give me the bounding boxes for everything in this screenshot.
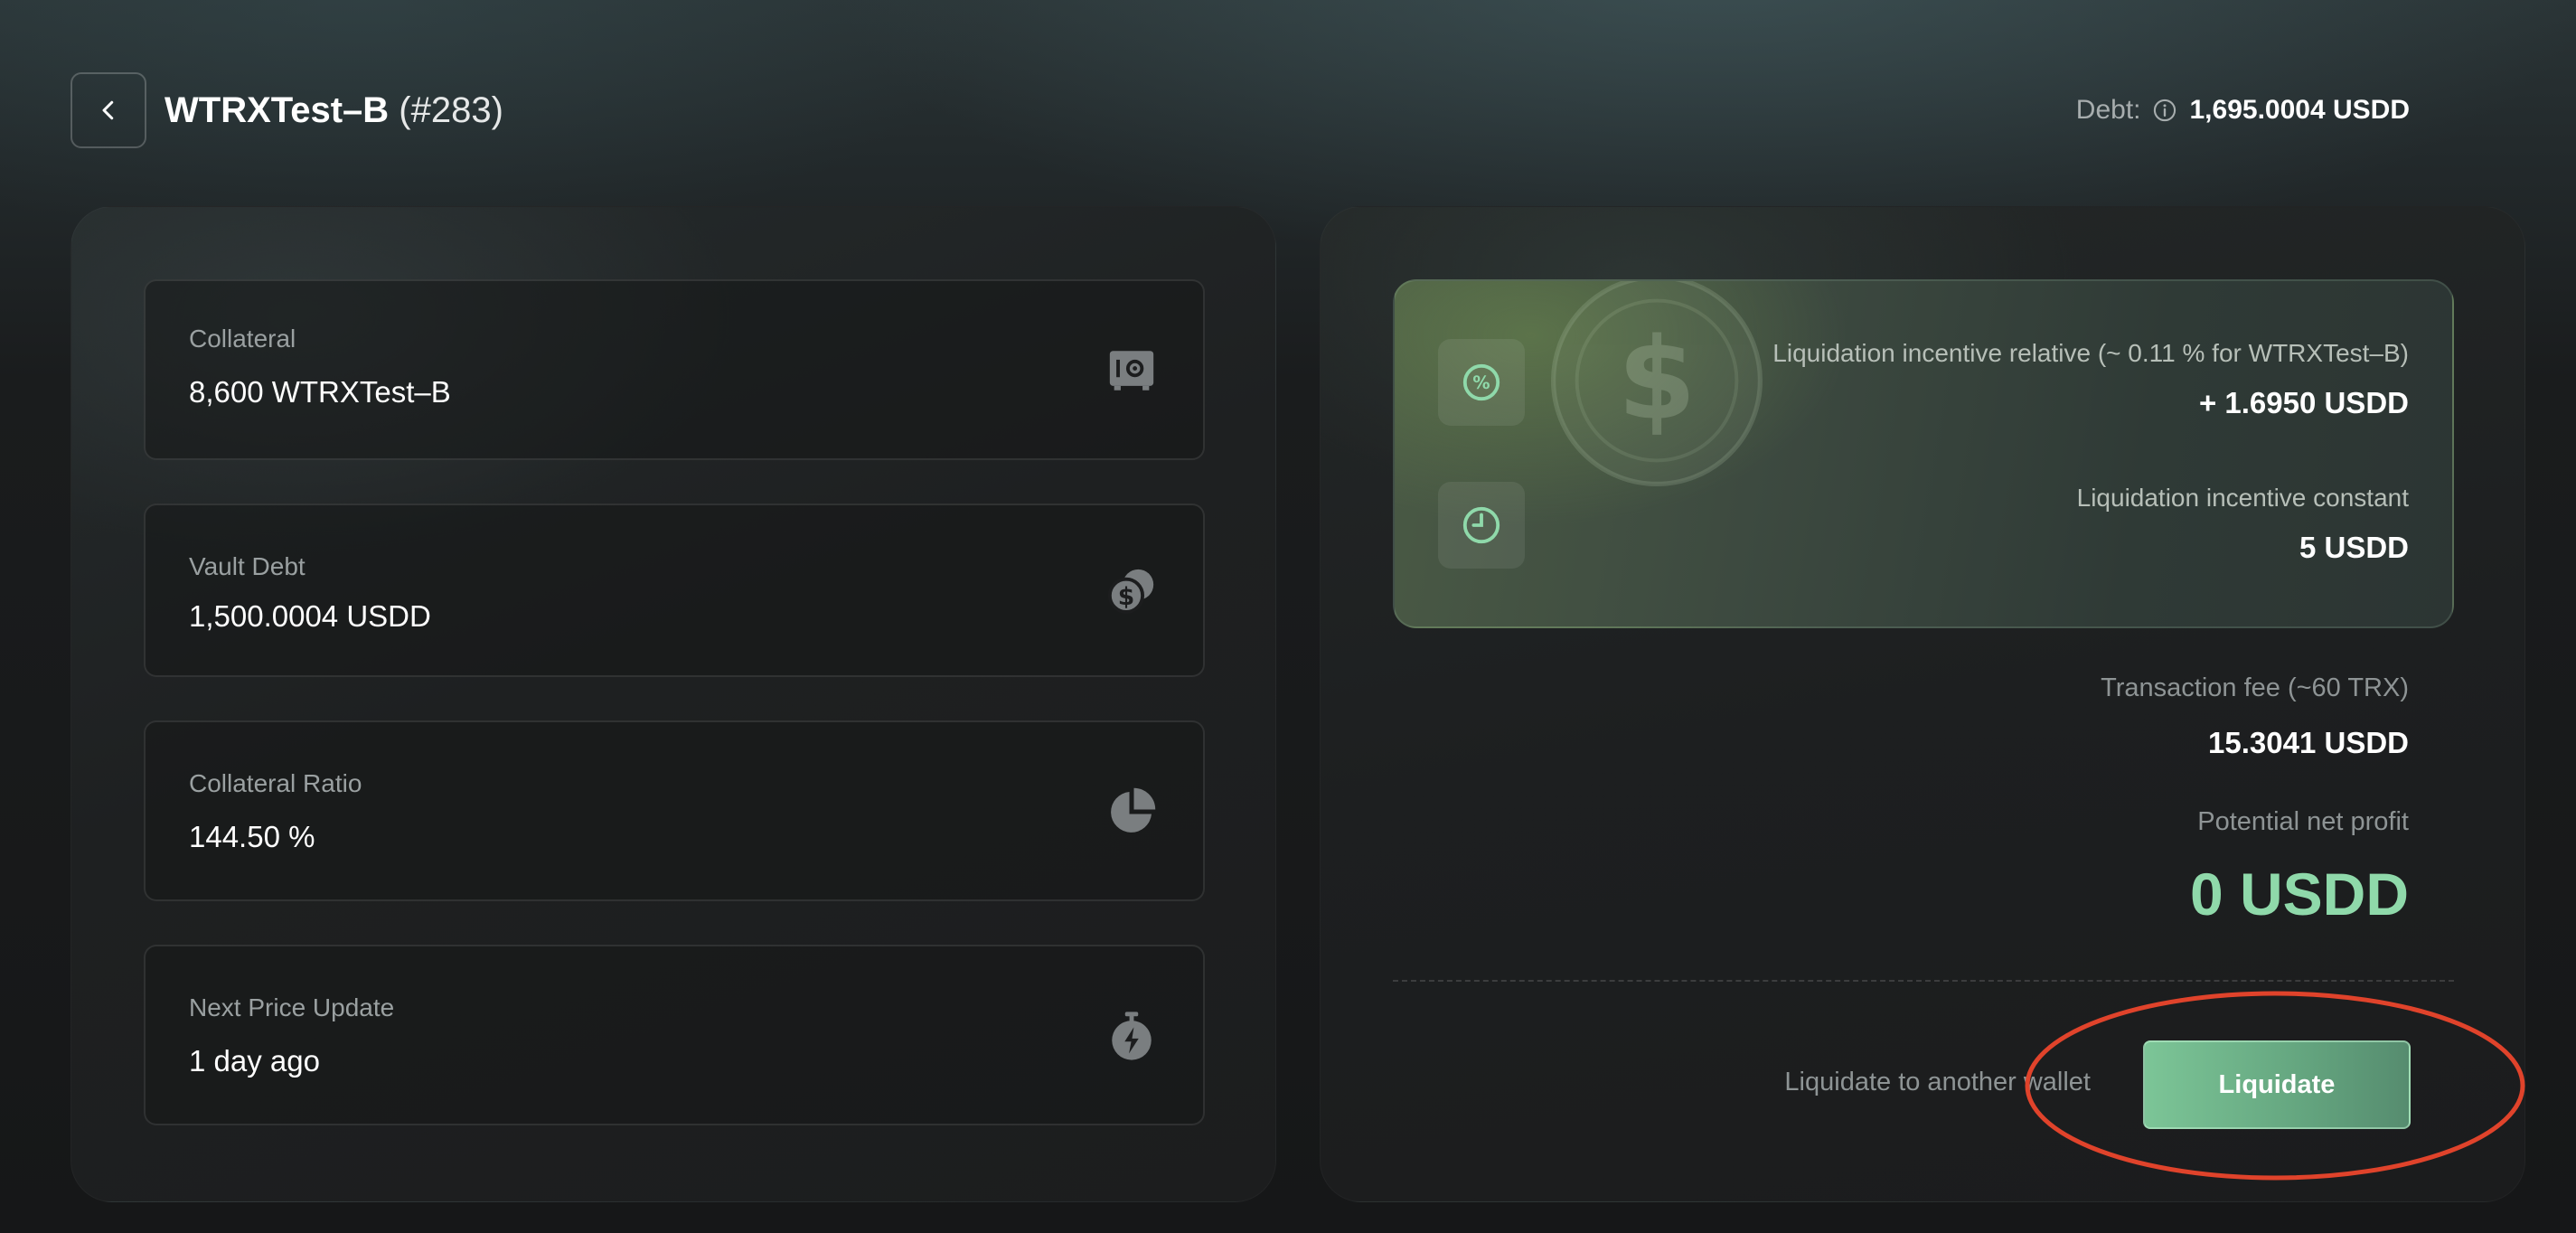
svg-text:%: % [1472, 372, 1490, 393]
transaction-fee-label: Transaction fee (~60 TRX) [2101, 673, 2409, 702]
collateral-ratio-value: 144.50 % [189, 820, 315, 853]
percent-icon: % [1462, 363, 1500, 401]
vault-debt-card: Vault Debt 1,500.0004 USDD $ [144, 504, 1205, 677]
next-price-update-label: Next Price Update [189, 993, 395, 1021]
page-title: WTRXTest–B (#283) [165, 87, 503, 134]
net-profit-value: 0 USDD [2189, 861, 2409, 927]
vault-debt-label: Vault Debt [189, 552, 306, 580]
liquidate-to-another-wallet-link[interactable]: Liquidate to another wallet [1784, 1068, 2091, 1097]
clock-icon [1462, 506, 1500, 544]
vault-id: (#283) [399, 90, 503, 130]
svg-text:$: $ [1618, 315, 1697, 446]
incentive-constant-label: Liquidation incentive constant [2076, 484, 2409, 512]
vault-stats-panel: Collateral 8,600 WTRXTest–B Vault Debt 1… [71, 206, 1276, 1202]
collateral-value: 8,600 WTRXTest–B [189, 375, 451, 409]
next-price-update-value: 1 day ago [189, 1044, 320, 1078]
incentive-card: $ % Liquidation incentive relative (~ 0.… [1393, 279, 2454, 628]
transaction-fee-value: 15.3041 USDD [2208, 726, 2409, 759]
debt-value: 1,695.0004 USDD [2189, 95, 2411, 125]
next-price-update-card: Next Price Update 1 day ago [144, 945, 1205, 1125]
svg-text:$: $ [1118, 583, 1135, 611]
coins-icon: $ [1104, 563, 1160, 619]
percent-badge: % [1438, 339, 1525, 426]
incentive-relative-label: Liquidation incentive relative (~ 0.11 %… [1772, 339, 2409, 367]
vault-name: WTRXTest–B [165, 90, 390, 130]
divider [1393, 980, 2454, 982]
stopwatch-icon [1104, 1008, 1160, 1064]
debt-label: Debt: [2075, 95, 2141, 125]
incentive-constant-value: 5 USDD [2299, 531, 2409, 564]
clock-badge [1438, 482, 1525, 569]
collateral-card: Collateral 8,600 WTRXTest–B [144, 279, 1205, 460]
incentive-relative-value: + 1.6950 USDD [2198, 386, 2409, 419]
pie-chart-icon [1104, 784, 1160, 840]
dollar-coin-icon: $ [1551, 281, 1763, 486]
debt-summary: Debt: 1,695.0004 USDD [2076, 90, 2410, 130]
info-icon[interactable] [2152, 98, 2177, 123]
collateral-ratio-card: Collateral Ratio 144.50 % [144, 720, 1205, 901]
liquidate-button[interactable]: Liquidate [2143, 1040, 2411, 1129]
net-profit-label: Potential net profit [2197, 807, 2409, 836]
collateral-label: Collateral [189, 325, 296, 353]
liquidation-panel: $ % Liquidation incentive relative (~ 0.… [1320, 206, 2525, 1202]
collateral-ratio-label: Collateral Ratio [189, 769, 362, 797]
chevron-left-icon [102, 100, 114, 120]
back-button[interactable] [71, 72, 146, 148]
safe-icon [1104, 343, 1160, 399]
vault-debt-value: 1,500.0004 USDD [189, 599, 431, 633]
